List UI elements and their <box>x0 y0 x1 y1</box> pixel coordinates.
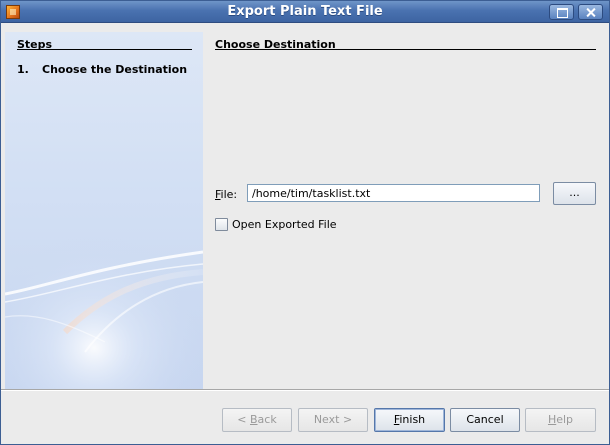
maximize-icon[interactable] <box>549 4 574 20</box>
help-mnemonic: H <box>547 413 557 426</box>
next-button[interactable]: Next > <box>298 408 368 432</box>
help-button[interactable]: Help <box>525 408 596 432</box>
close-icon[interactable] <box>578 4 603 20</box>
browse-button[interactable]: ... <box>553 182 596 205</box>
step-label-choose-destination: Choose the Destination <box>42 63 188 76</box>
back-prefix: < <box>237 413 250 426</box>
file-label: File: <box>215 188 237 201</box>
open-exported-label[interactable]: Open Exported File <box>232 218 337 231</box>
file-label-text: ile: <box>220 188 238 201</box>
content-divider <box>215 49 596 50</box>
back-button[interactable]: < Back <box>222 408 292 432</box>
footer-separator-highlight <box>1 390 609 391</box>
window-title: Export Plain Text File <box>227 4 383 19</box>
finish-button[interactable]: Finish <box>374 408 445 432</box>
open-exported-checkbox[interactable] <box>215 218 228 231</box>
decorative-swirl <box>5 202 203 389</box>
title-bar[interactable]: Export Plain Text File <box>1 1 609 23</box>
steps-divider <box>17 49 192 50</box>
content-panel: Choose Destination File: ... Open Export… <box>203 32 607 389</box>
back-mnemonic: B <box>250 413 258 426</box>
export-dialog: Export Plain Text File Steps 1. Choose t… <box>0 0 610 445</box>
file-path-input[interactable] <box>247 184 540 202</box>
steps-panel: Steps 1. Choose the Destination <box>5 32 203 389</box>
back-text: ack <box>257 413 277 426</box>
help-text: elp <box>556 413 574 426</box>
cancel-button[interactable]: Cancel <box>450 408 520 432</box>
step-number: 1. <box>17 63 29 76</box>
finish-text: inish <box>399 413 426 426</box>
